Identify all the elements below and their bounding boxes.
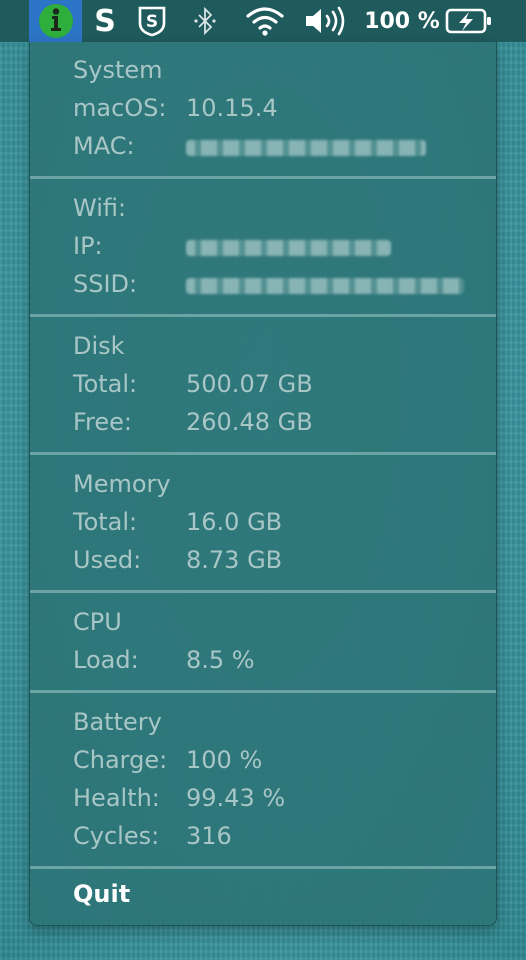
memory-total-value: 16.0 GB <box>186 508 283 536</box>
cpu-load-row[interactable]: Load: 8.5 % <box>73 644 473 676</box>
battery-health-value: 99.43 % <box>186 784 286 812</box>
macos-label: macOS: <box>73 94 167 122</box>
mac-address-row[interactable]: MAC: <box>73 130 473 162</box>
battery-cycles-label: Cycles: <box>73 822 160 850</box>
battery-charge-value: 100 % <box>186 746 263 774</box>
quit-button[interactable]: Quit <box>73 878 130 910</box>
battery-charge-row[interactable]: Charge: 100 % <box>73 744 473 776</box>
shield-s-icon[interactable]: S <box>134 0 170 42</box>
volume-icon[interactable] <box>302 0 350 42</box>
bluetooth-icon[interactable] <box>188 0 222 42</box>
ip-label: IP: <box>73 232 103 260</box>
separator <box>30 690 496 693</box>
battery-cycles-row[interactable]: Cycles: 316 <box>73 820 473 852</box>
system-info-app-icon[interactable] <box>29 0 82 42</box>
separator <box>30 590 496 593</box>
memory-used-value: 8.73 GB <box>186 546 283 574</box>
battery-charging-icon[interactable] <box>444 0 494 42</box>
system-info-menu: System macOS: 10.15.4 MAC: Wifi: IP: SSI… <box>29 42 497 926</box>
svg-text:S: S <box>146 12 158 32</box>
ip-value-redacted <box>186 240 391 256</box>
battery-health-row[interactable]: Health: 99.43 % <box>73 782 473 814</box>
system-section-title: System <box>73 56 163 84</box>
disk-section-title: Disk <box>73 332 125 360</box>
ssid-label: SSID: <box>73 270 138 298</box>
disk-free-value: 260.48 GB <box>186 408 313 436</box>
scrivener-icon[interactable]: S <box>90 0 120 42</box>
disk-total-row[interactable]: Total: 500.07 GB <box>73 368 473 400</box>
memory-section-title: Memory <box>73 470 171 498</box>
wifi-icon[interactable] <box>243 0 287 42</box>
wifi-section-title: Wifi: <box>73 194 127 222</box>
mac-value-redacted <box>186 140 426 156</box>
separator <box>30 176 496 179</box>
macos-row[interactable]: macOS: 10.15.4 <box>73 92 473 124</box>
battery-health-label: Health: <box>73 784 160 812</box>
memory-total-label: Total: <box>73 508 138 536</box>
cpu-load-value: 8.5 % <box>186 646 255 674</box>
battery-charge-label: Charge: <box>73 746 168 774</box>
menu-bar: S S 100 % <box>0 0 526 42</box>
mac-label: MAC: <box>73 132 135 160</box>
ssid-row[interactable]: SSID: <box>73 268 483 300</box>
disk-total-label: Total: <box>73 370 138 398</box>
ssid-value-redacted <box>186 278 464 294</box>
battery-cycles-value: 316 <box>186 822 232 850</box>
disk-free-row[interactable]: Free: 260.48 GB <box>73 406 473 438</box>
disk-free-label: Free: <box>73 408 133 436</box>
memory-used-row[interactable]: Used: 8.73 GB <box>73 544 473 576</box>
ip-row[interactable]: IP: <box>73 230 473 262</box>
separator <box>30 866 496 869</box>
cpu-load-label: Load: <box>73 646 139 674</box>
macos-value: 10.15.4 <box>186 94 278 122</box>
separator <box>30 314 496 317</box>
disk-total-value: 500.07 GB <box>186 370 313 398</box>
memory-used-label: Used: <box>73 546 142 574</box>
cpu-section-title: CPU <box>73 608 122 636</box>
separator <box>30 452 496 455</box>
battery-section-title: Battery <box>73 708 162 736</box>
battery-percentage[interactable]: 100 % <box>364 0 440 42</box>
memory-total-row[interactable]: Total: 16.0 GB <box>73 506 473 538</box>
